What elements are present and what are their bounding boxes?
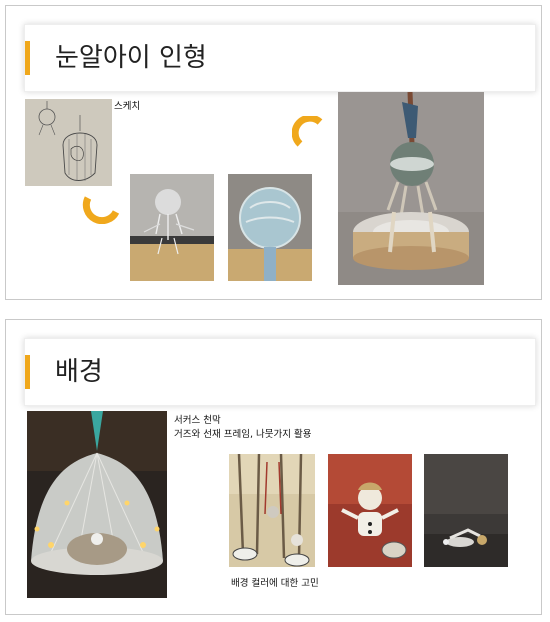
title-bar: 눈알아이 인형: [24, 24, 536, 92]
doll-finished-photo: [338, 92, 484, 285]
color-caption: 배경 컬러에 대한 고민: [231, 578, 319, 589]
slide-title: 눈알아이 인형: [55, 43, 207, 73]
slide-title: 배경: [55, 357, 103, 387]
slide-doll: 눈알아이 인형 스케치: [5, 5, 542, 300]
sketch-photo: [25, 99, 112, 186]
color-study-photo-1: [229, 454, 315, 567]
material-caption-line1: 서커스 천막: [174, 415, 221, 426]
sketch-caption: 스케치: [114, 101, 141, 112]
doll-wire-photo: [130, 174, 214, 281]
circus-tent-photo: [27, 411, 167, 598]
title-accent-bar: [25, 41, 30, 75]
arrow-arc-icon: [82, 196, 120, 224]
color-study-photo-2: [328, 454, 412, 567]
color-study-photo-3: [424, 454, 508, 567]
doll-head-photo: [228, 174, 312, 281]
arrow-arc-icon: [292, 116, 323, 147]
slide-background: 배경 서커스 천막 거즈와 선재 프레임, 나뭇가지 활용 배경 컬러에 대한 …: [5, 319, 542, 615]
material-caption-line2: 거즈와 선재 프레임, 나뭇가지 활용: [174, 429, 312, 440]
title-bar: 배경: [24, 338, 536, 406]
title-accent-bar: [25, 355, 30, 389]
